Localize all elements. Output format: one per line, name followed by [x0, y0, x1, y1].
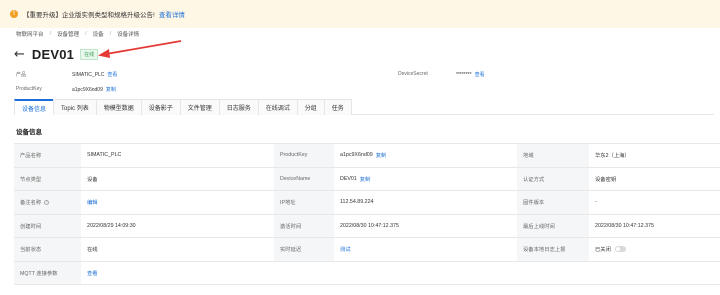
value-node-type: 设备 — [87, 176, 98, 183]
status-badge: 在线 — [80, 48, 99, 60]
label-local-log-upload: 设备本地日志上报 — [517, 238, 589, 261]
product-value: SIMATIC_PLC — [72, 72, 105, 78]
arrow-line — [105, 40, 182, 55]
value-created-time: 2022/08/29 14:09:30 — [87, 222, 136, 229]
label-mqtt-params: MQTT 连接参数 — [14, 261, 81, 284]
productkey-value: a1pc9X6nd09 — [72, 87, 103, 93]
tab-log-service[interactable]: 日志服务 — [218, 99, 259, 115]
value-local-log-upload: 已关闭 — [595, 247, 611, 254]
value-devicename: DEV01 — [340, 175, 357, 182]
value-current-status: 在线 — [87, 247, 98, 254]
breadcrumb-item[interactable]: 设备 — [93, 30, 104, 38]
label-firmware-version: 固件版本 — [517, 191, 589, 214]
value-activated-time: 2022/08/30 10:47:12.375 — [340, 222, 399, 229]
table-row: 产品名称 SIMATIC_PLC ProductKey a1pc9X6nd09 复… — [14, 144, 720, 168]
value-devicename-cell: DEV01 复制 — [334, 168, 517, 191]
page-title: DEV01 — [31, 46, 75, 62]
value-productkey-cell: a1pc9X6nd09 复制 — [334, 144, 517, 167]
label-product-name: 产品名称 — [14, 144, 81, 167]
back-arrow-icon[interactable]: ← — [14, 48, 25, 61]
section-title: 设备信息 — [16, 129, 42, 136]
help-icon[interactable]: ? — [44, 199, 50, 205]
value-ip-address: 112.54.89.224 — [340, 199, 374, 206]
table-row: MQTT 连接参数 查看 — [14, 261, 720, 285]
arrow-head — [98, 49, 110, 58]
breadcrumb: 物联网平台 / 设备管理 / 设备 / 设备详情 — [16, 30, 139, 38]
value-last-online-time: 2022/08/30 10:47:12.375 — [595, 222, 654, 229]
devicesecret-label: DeviceSecret — [398, 71, 428, 77]
product-row: 产品 SIMATIC_PLC 查看 — [16, 71, 117, 78]
label-ip-address: IP地址 — [274, 191, 334, 214]
product-label: 产品 — [16, 72, 27, 78]
breadcrumb-item[interactable]: 物联网平台 — [16, 30, 44, 38]
table-row: 备注名称? 编辑 IP地址 112.54.89.224 固件版本 - — [14, 191, 720, 215]
devicesecret-value-group: ******** 查看 — [456, 71, 485, 78]
productkey-copy-link[interactable]: 复制 — [106, 87, 116, 93]
value-latency-cell: 测试 — [334, 238, 517, 261]
productkey-label: ProductKey — [16, 86, 42, 92]
label-remark-name-cell: 备注名称? — [14, 191, 81, 214]
label-region: 地域 — [517, 144, 589, 167]
label-current-status: 当前状态 — [14, 238, 81, 261]
devicesecret-value: ******** — [456, 72, 472, 78]
device-info-table: 产品名称 SIMATIC_PLC ProductKey a1pc9X6nd09 复… — [14, 143, 720, 285]
tab-device-shadow[interactable]: 设备影子 — [140, 99, 181, 115]
tab-bar: 设备信息 Topic 列表 物模型数据 设备影子 文件管理 日志服务 在线调试 … — [14, 99, 714, 115]
breadcrumb-item: 设备详情 — [117, 32, 140, 38]
breadcrumb-item[interactable]: 设备管理 — [57, 30, 79, 38]
warning-icon: ! — [10, 10, 18, 18]
notice-text: 【重要升级】企业版实例类型和规格升级公告! — [23, 12, 155, 19]
product-value-group: SIMATIC_PLC 查看 — [72, 71, 117, 78]
tab-topic-list[interactable]: Topic 列表 — [53, 99, 97, 115]
value-region: 华东2（上海） — [595, 153, 630, 160]
tab-device-info[interactable]: 设备信息 — [14, 99, 55, 115]
devicesecret-row: DeviceSecret ******** 查看 — [398, 71, 485, 78]
table-row: 当前状态 在线 实时延迟 测试 设备本地日志上报 已关闭 — [14, 238, 720, 262]
tab-tasks[interactable]: 任务 — [323, 99, 352, 115]
tab-online-debug[interactable]: 在线调试 — [257, 99, 298, 115]
notice-banner: ! 【重要升级】企业版实例类型和规格升级公告! 查看详情 — [0, 0, 720, 28]
latency-test-link[interactable]: 测试 — [340, 245, 351, 253]
breadcrumb-separator: / — [49, 31, 52, 37]
title-bar: ← DEV01 在线 — [14, 45, 99, 63]
table-row: 节点类型 设备 DeviceName DEV01 复制 认证方式 设备密钥 — [14, 167, 720, 191]
notice-details-link[interactable]: 查看详情 — [159, 9, 185, 19]
productkey-copy-button[interactable]: 复制 — [376, 151, 387, 159]
tab-group[interactable]: 分组 — [296, 99, 325, 115]
tab-thing-model-data[interactable]: 物模型数据 — [95, 99, 142, 115]
productkey-row: ProductKey a1pc9X6nd09 复制 — [16, 86, 116, 93]
label-auth-method: 认证方式 — [517, 167, 589, 190]
label-devicename: DeviceName — [274, 167, 334, 190]
value-local-log-cell: 已关闭 — [589, 238, 720, 261]
value-mqtt-cell: 查看 — [81, 262, 274, 285]
tab-file-management[interactable]: 文件管理 — [179, 99, 220, 115]
local-log-toggle[interactable] — [614, 246, 626, 253]
devicesecret-view-link[interactable]: 查看 — [475, 72, 485, 78]
breadcrumb-separator: / — [109, 31, 112, 37]
value-firmware-version: - — [595, 199, 597, 206]
label-last-online-time: 最后上线时间 — [517, 214, 589, 237]
table-row: 创建时间 2022/08/29 14:09:30 激活时间 2022/08/30… — [14, 214, 720, 238]
edit-remark-link[interactable]: 编辑 — [87, 198, 98, 206]
product-view-link[interactable]: 查看 — [107, 72, 117, 78]
label-node-type: 节点类型 — [14, 167, 81, 190]
value-productkey: a1pc9X6nd09 — [340, 152, 373, 159]
mqtt-view-link[interactable]: 查看 — [87, 269, 98, 277]
label-created-time: 创建时间 — [14, 214, 81, 237]
devicename-copy-button[interactable]: 复制 — [360, 175, 371, 183]
label-productkey: ProductKey — [274, 144, 334, 167]
label-realtime-latency: 实时延迟 — [274, 238, 334, 261]
label-remark-name: 备注名称 — [20, 200, 42, 207]
value-product-name: SIMATIC_PLC — [87, 152, 122, 159]
value-remark-cell: 编辑 — [81, 191, 274, 214]
breadcrumb-separator: / — [85, 31, 87, 37]
productkey-value-group: a1pc9X6nd09 复制 — [72, 86, 116, 93]
label-activated-time: 激活时间 — [274, 214, 334, 237]
value-auth-method: 设备密钥 — [595, 176, 617, 183]
